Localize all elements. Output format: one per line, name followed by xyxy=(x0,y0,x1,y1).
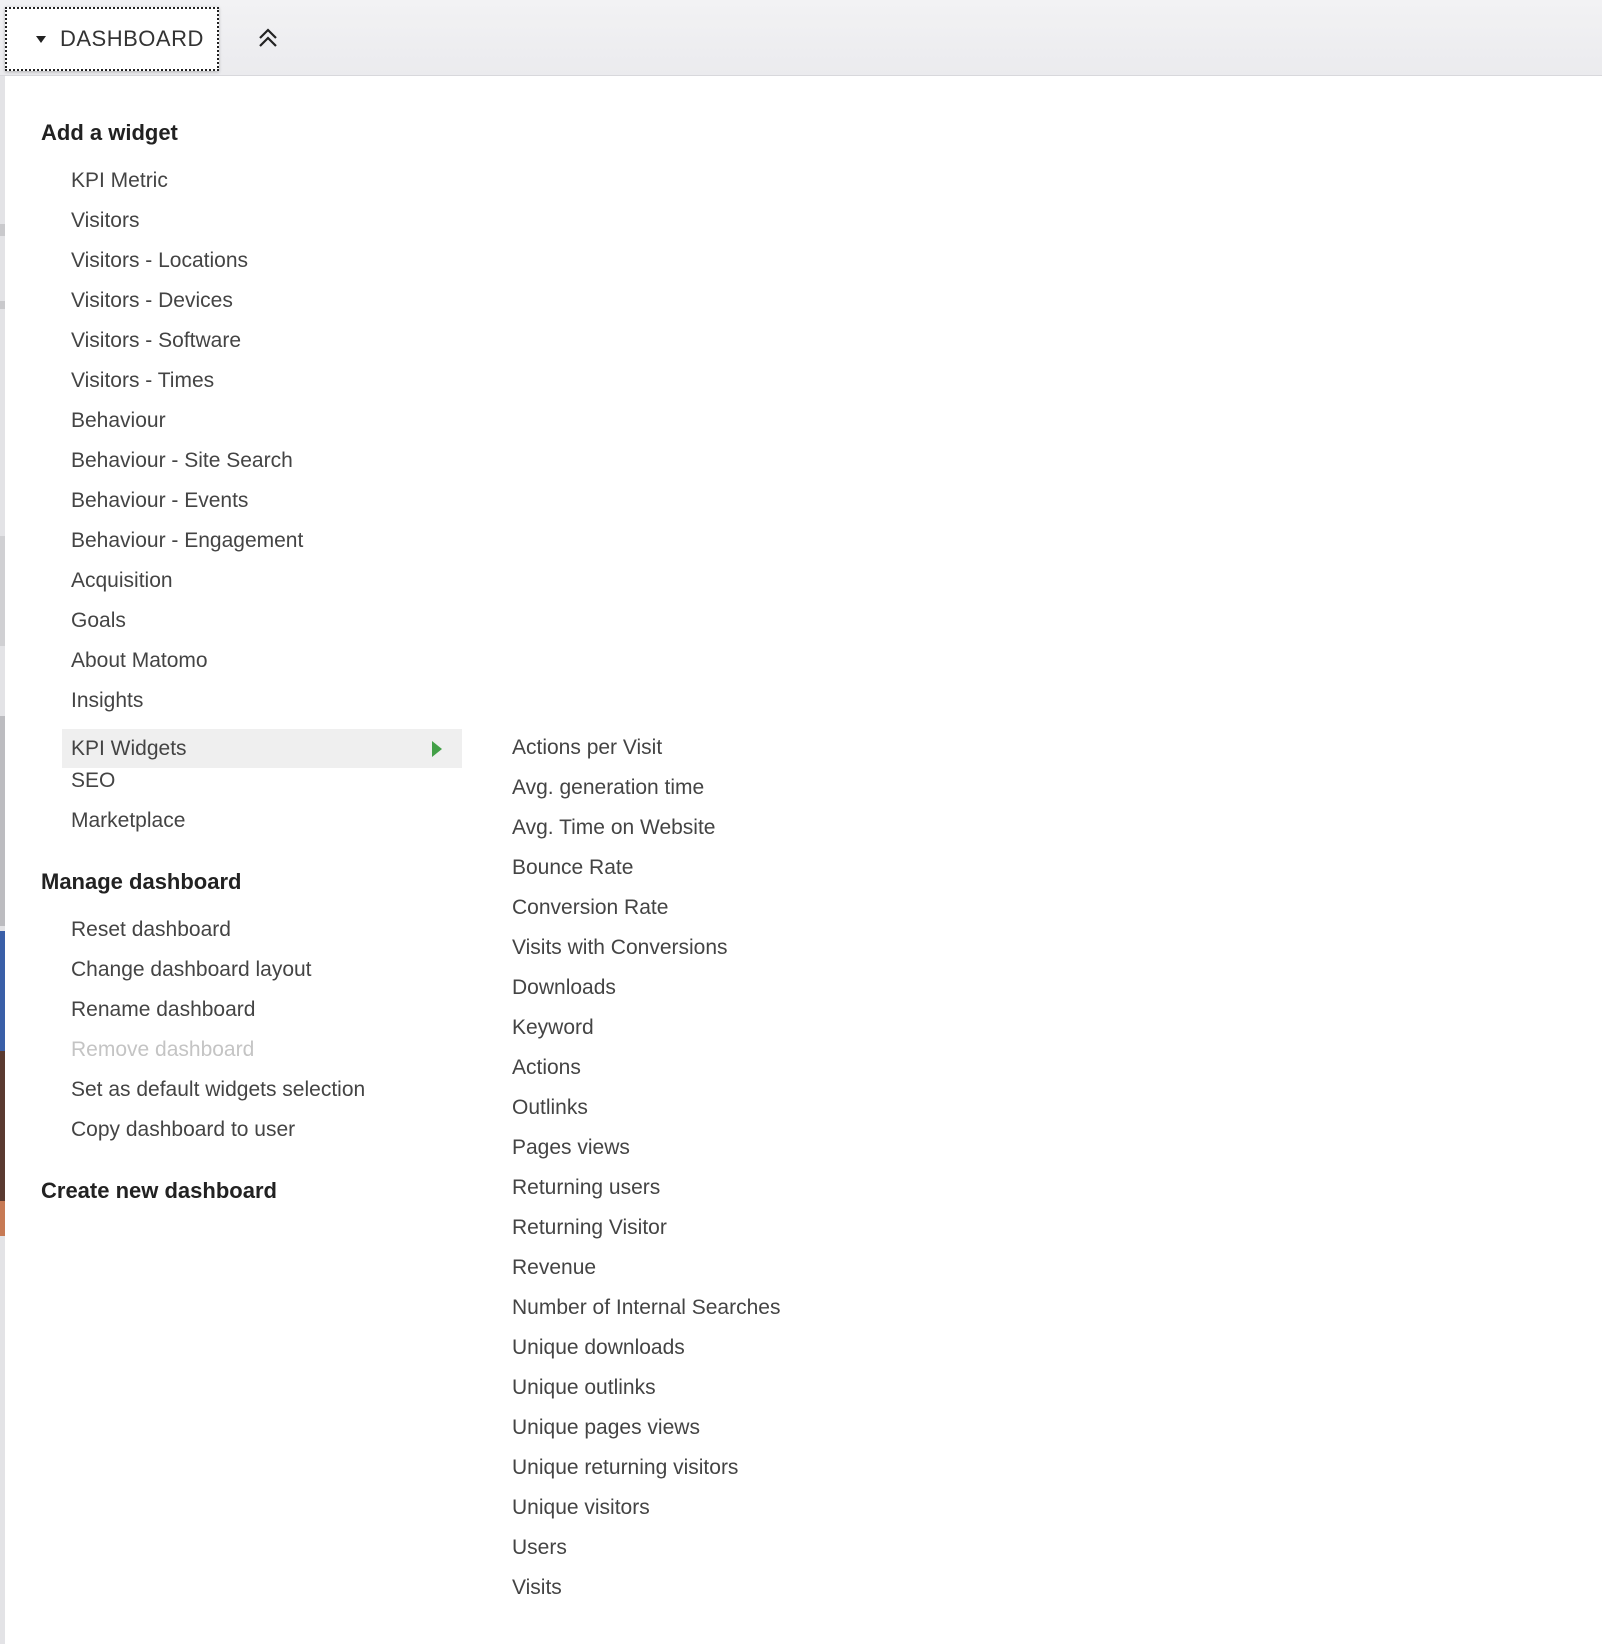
kpi-widget-item[interactable]: Unique returning visitors xyxy=(512,1456,738,1480)
add-widget-heading: Add a widget xyxy=(41,120,178,145)
kpi-widget-item[interactable]: Unique downloads xyxy=(512,1336,685,1360)
kpi-widget-item[interactable]: Downloads xyxy=(512,976,616,1000)
top-bar: DASHBOARD xyxy=(0,0,1602,76)
kpi-widget-item[interactable]: Unique pages views xyxy=(512,1416,700,1440)
dashboard-label: DASHBOARD xyxy=(60,26,204,51)
widget-category-insights[interactable]: Insights xyxy=(71,689,143,713)
remove-dashboard-item: Remove dashboard xyxy=(71,1038,255,1061)
widget-category-about-matomo[interactable]: About Matomo xyxy=(71,649,208,673)
kpi-widget-item[interactable]: Unique outlinks xyxy=(512,1376,656,1400)
kpi-widget-item[interactable]: Outlinks xyxy=(512,1096,588,1120)
rename-dashboard-item[interactable]: Rename dashboard xyxy=(71,998,255,1022)
kpi-widget-item[interactable]: Users xyxy=(512,1536,567,1560)
widget-category-label: KPI Widgets xyxy=(71,736,187,760)
widget-category-visitors-times[interactable]: Visitors - Times xyxy=(71,369,214,393)
kpi-widget-item[interactable]: Returning Visitor xyxy=(512,1216,667,1240)
double-chevron-up-icon xyxy=(259,28,277,47)
set-default-widgets-item[interactable]: Set as default widgets selection xyxy=(71,1078,365,1102)
kpi-widget-item[interactable]: Actions xyxy=(512,1056,581,1080)
widget-category-kpi-widgets[interactable]: KPI Widgets xyxy=(62,729,462,768)
widget-category-marketplace[interactable]: Marketplace xyxy=(71,809,185,833)
caret-down-icon xyxy=(36,35,46,43)
widget-category-behaviour-events[interactable]: Behaviour - Events xyxy=(71,489,248,513)
dashboard-dropdown-button[interactable]: DASHBOARD xyxy=(5,7,219,71)
widget-category-visitors[interactable]: Visitors xyxy=(71,209,139,233)
kpi-widget-item[interactable]: Avg. Time on Website xyxy=(512,816,716,840)
widget-category-acquisition[interactable]: Acquisition xyxy=(71,569,173,593)
copy-dashboard-to-user-item[interactable]: Copy dashboard to user xyxy=(71,1118,295,1142)
widget-category-goals[interactable]: Goals xyxy=(71,609,126,633)
widget-category-visitors-locations[interactable]: Visitors - Locations xyxy=(71,249,248,273)
kpi-widget-item[interactable]: Visits xyxy=(512,1576,562,1600)
kpi-widget-item[interactable]: Pages views xyxy=(512,1136,630,1160)
kpi-widget-item[interactable]: Unique visitors xyxy=(512,1496,650,1520)
widget-category-visitors-devices[interactable]: Visitors - Devices xyxy=(71,289,233,313)
reset-dashboard-item[interactable]: Reset dashboard xyxy=(71,918,231,942)
kpi-widget-item[interactable]: Returning users xyxy=(512,1176,660,1200)
kpi-widget-item[interactable]: Bounce Rate xyxy=(512,856,633,880)
widget-category-kpi-metric[interactable]: KPI Metric xyxy=(71,169,168,193)
widget-category-behaviour[interactable]: Behaviour xyxy=(71,409,166,433)
kpi-widget-item[interactable]: Actions per Visit xyxy=(512,736,662,760)
widget-category-seo[interactable]: SEO xyxy=(71,769,115,793)
dashboard-menu-panel: Add a widget KPI Metric Visitors Visitor… xyxy=(5,76,1602,1640)
create-new-dashboard-heading[interactable]: Create new dashboard xyxy=(41,1178,277,1204)
widget-category-behaviour-engagement[interactable]: Behaviour - Engagement xyxy=(71,529,303,553)
kpi-widget-item[interactable]: Conversion Rate xyxy=(512,896,668,920)
kpi-widget-item[interactable]: Avg. generation time xyxy=(512,776,704,800)
change-dashboard-layout-item[interactable]: Change dashboard layout xyxy=(71,958,312,982)
submenu-arrow-icon xyxy=(432,741,442,757)
manage-dashboard-heading: Manage dashboard xyxy=(41,869,242,894)
collapse-button[interactable] xyxy=(252,22,284,54)
kpi-widget-item[interactable]: Keyword xyxy=(512,1016,594,1040)
kpi-widget-item[interactable]: Visits with Conversions xyxy=(512,936,728,960)
kpi-widget-item[interactable]: Number of Internal Searches xyxy=(512,1296,780,1320)
widget-category-behaviour-site-search[interactable]: Behaviour - Site Search xyxy=(71,449,293,473)
kpi-widget-item[interactable]: Revenue xyxy=(512,1256,596,1280)
widget-category-visitors-software[interactable]: Visitors - Software xyxy=(71,329,241,353)
